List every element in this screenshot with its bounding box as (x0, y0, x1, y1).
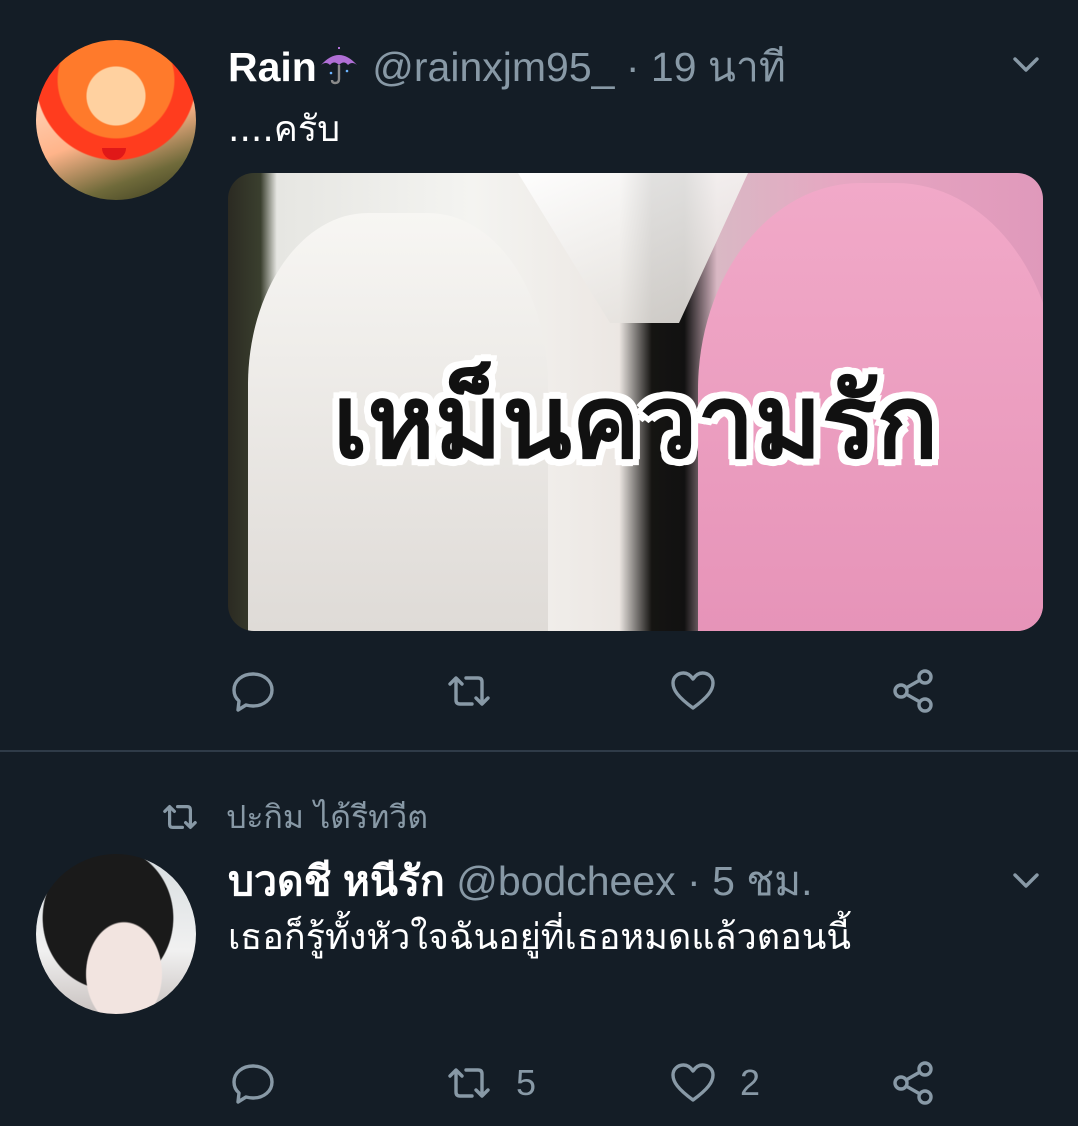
tweet-text: ....ครับ (228, 109, 341, 150)
retweet-icon (448, 1068, 490, 1098)
share-button[interactable] (888, 666, 938, 716)
user-handle[interactable]: @bodcheex (456, 858, 675, 904)
tweet-header: Rain @rainxjm95_ · 19 นาที (228, 42, 786, 92)
timeline: Rain @rainxjm95_ · 19 นาที ....ครับ เหม็… (0, 0, 1078, 1126)
reply-icon (232, 672, 274, 712)
chevron-down-icon[interactable] (1006, 860, 1046, 900)
retweeted-by-label: ปะกิม ได้รีทวีต (226, 797, 429, 836)
tweet[interactable]: ปะกิม ได้รีทวีต บวดชี หนีรัก @bodcheex ·… (0, 752, 1078, 1126)
image-caption: เหม็นความรัก (332, 363, 939, 482)
user-handle[interactable]: @rainxjm95_ (372, 44, 614, 90)
like-icon (671, 671, 715, 710)
separator-dot: · (625, 44, 640, 90)
separator-dot: · (687, 858, 701, 904)
retweet-icon (448, 676, 490, 706)
timestamp[interactable]: 19 นาที (651, 44, 786, 90)
like-button[interactable]: 2 (668, 1058, 760, 1108)
avatar[interactable] (36, 854, 196, 1014)
retweet-count: 5 (516, 1062, 537, 1103)
umbrella-icon (320, 47, 357, 85)
tweet-actions: 5 2 (228, 1058, 988, 1108)
reply-button[interactable] (228, 666, 278, 716)
like-icon (671, 1063, 715, 1102)
like-count: 2 (740, 1062, 761, 1103)
share-button[interactable] (888, 1058, 938, 1108)
share-icon (893, 669, 933, 713)
like-button[interactable] (668, 666, 740, 716)
avatar[interactable] (36, 40, 196, 200)
share-icon (893, 1061, 933, 1105)
tweet-header: บวดชี หนีรัก @bodcheex · 5 ชม. (228, 856, 813, 906)
timestamp[interactable]: 5 ชม. (712, 858, 812, 904)
reply-icon (232, 1064, 274, 1104)
tweet[interactable]: Rain @rainxjm95_ · 19 นาที ....ครับ เหม็… (0, 0, 1078, 752)
tweet-image[interactable]: เหม็นความรัก (228, 173, 1043, 631)
display-name[interactable]: บวดชี หนีรัก (228, 858, 445, 904)
retweeted-by[interactable]: ปะกิม ได้รีทวีต (160, 792, 428, 842)
reply-button[interactable] (228, 1058, 278, 1108)
retweet-icon (163, 805, 197, 829)
chevron-down-icon[interactable] (1006, 44, 1046, 84)
display-name[interactable]: Rain (228, 44, 317, 90)
retweet-button[interactable]: 5 (444, 1058, 536, 1108)
tweet-text: เธอก็รู้ทั้งหัวใจฉันอยู่ที่เธอหมดแล้วตอน… (228, 917, 851, 958)
tweet-actions (228, 666, 988, 716)
retweet-button[interactable] (444, 666, 516, 716)
